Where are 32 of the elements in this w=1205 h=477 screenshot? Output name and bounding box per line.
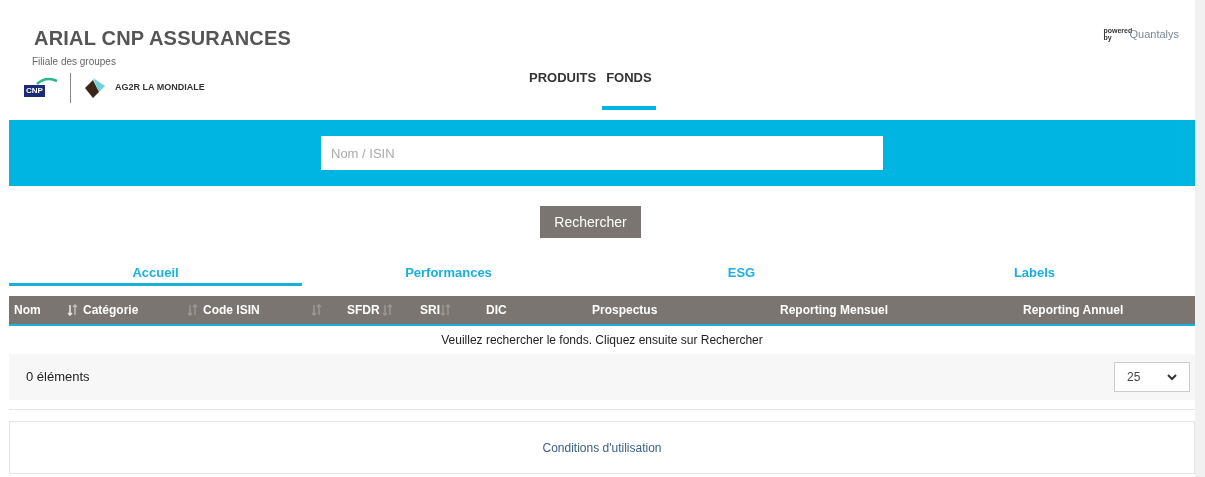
search-button[interactable]: Rechercher [540,206,641,238]
item-count: 0 éléments [26,368,90,387]
column-header[interactable]: Nom [14,301,41,319]
tab[interactable]: Accueil [9,262,302,286]
terms-link[interactable]: Conditions d'utilisation [542,438,662,457]
subtitle: Filiale des groupes [32,55,117,69]
column-header[interactable]: Catégorie [83,301,139,319]
sort-icon[interactable] [67,304,78,316]
nav-link[interactable]: PRODUITS [529,68,597,110]
tab[interactable]: Labels [888,262,1181,286]
sort-icon[interactable] [381,304,393,316]
column-header: Prospectus [592,302,658,319]
site-title: ARIAL CNP ASSURANCES [34,26,291,50]
nav-link[interactable]: FONDS [602,68,656,110]
column-header: Reporting Mensuel [780,302,888,319]
column-header[interactable]: Code ISIN [203,301,260,319]
logo-text: AG2R LA MONDIALE [115,81,205,95]
logo: CNP [24,73,58,103]
sort-icon[interactable] [187,304,198,316]
sort-icon[interactable] [440,304,451,316]
search-field[interactable]: Nom / ISIN [321,136,883,170]
column-header: DIC [486,302,507,319]
logo-icon [83,76,107,100]
tab[interactable]: Performances [302,262,595,286]
tab[interactable]: ESG [595,262,888,286]
column-header[interactable]: SRI [420,301,440,319]
column-header: Reporting Annuel [1023,302,1124,319]
column-header[interactable]: SFDR [347,301,380,319]
empty-message: Veuillez rechercher le fonds. Cliquez ensuite sur Rechercher [441,332,763,349]
chevron-down-icon [1167,373,1177,381]
sort-icon[interactable] [311,304,322,316]
page-size-select[interactable]: 25 [1114,362,1190,392]
